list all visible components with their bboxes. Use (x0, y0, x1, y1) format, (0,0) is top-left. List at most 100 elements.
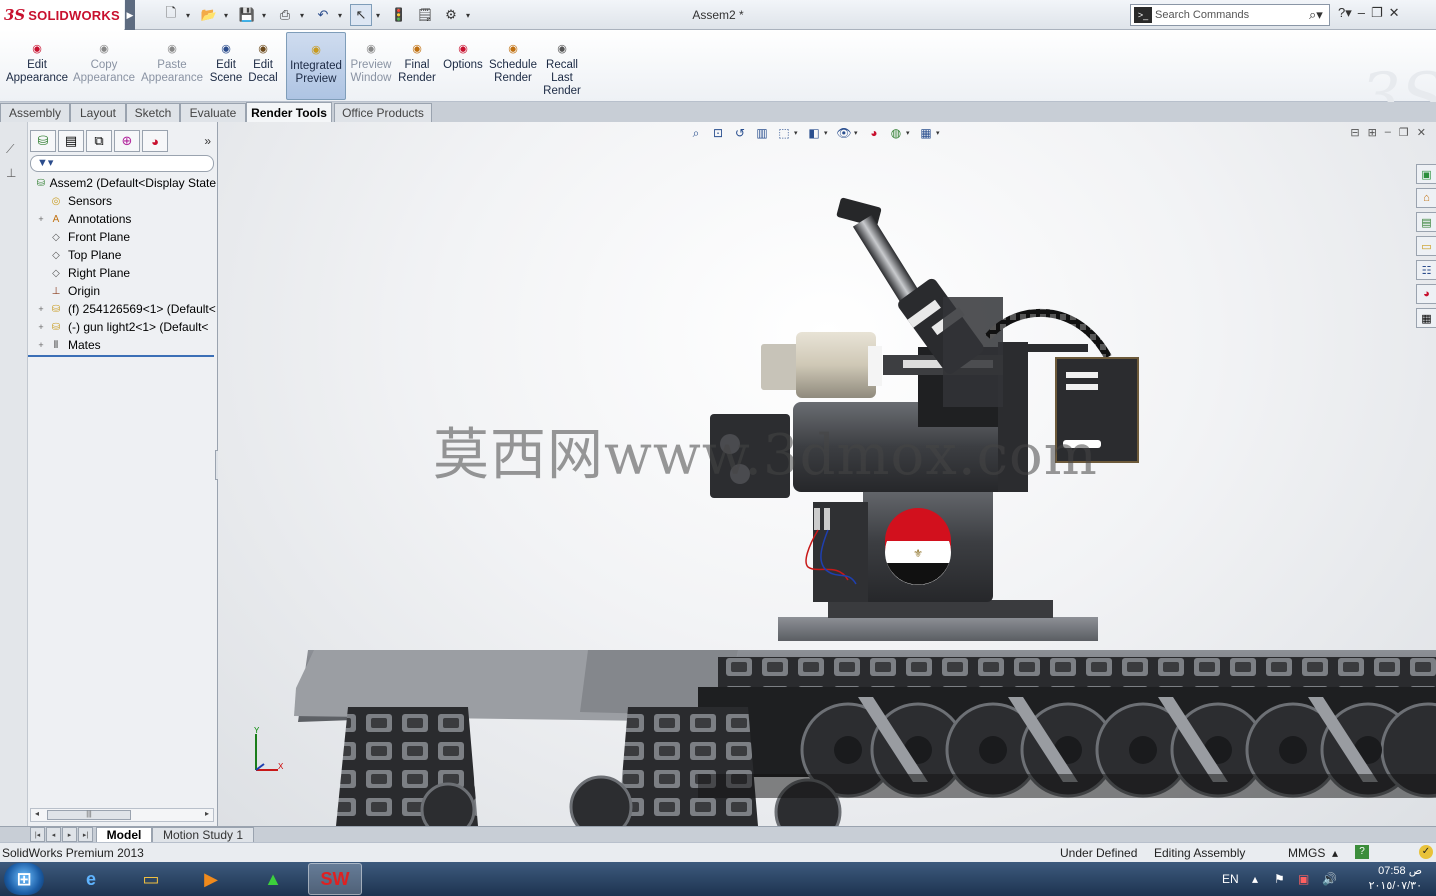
section-view-icon[interactable]: ▥ (754, 125, 770, 141)
dimxpertmanager-icon[interactable]: ⊕ (114, 130, 140, 152)
tree-horizontal-scrollbar[interactable]: ◂ ||| ▸ (30, 808, 214, 822)
options-icon[interactable]: ⚙ (440, 4, 462, 26)
design-library-icon[interactable]: ▤ (1416, 212, 1436, 232)
print-icon[interactable]: ⎙ (274, 4, 296, 26)
appearances-icon[interactable]: ◕ (1416, 284, 1436, 304)
solidworks-logo[interactable]: 3S SOLIDWORKS (0, 0, 124, 30)
prev-tab-icon[interactable]: ◂ (46, 827, 61, 842)
save-icon[interactable]: 💾 (236, 4, 258, 26)
show-hidden-icons[interactable]: ▴ (1252, 862, 1258, 896)
preview-window-button[interactable]: ◉ Preview Window (348, 32, 394, 100)
scroll-left-icon[interactable]: ◂ (31, 809, 43, 818)
last-tab-icon[interactable]: ▸| (78, 827, 93, 842)
help-icon[interactable]: ?▾ (1338, 5, 1352, 21)
recall-last-render-button[interactable]: ◉ Recall Last Render (542, 32, 582, 100)
close-icon[interactable]: ✕ (1389, 5, 1400, 21)
view-orientation-dropdown-icon[interactable]: ▾ (794, 129, 800, 137)
first-tab-icon[interactable]: |◂ (30, 827, 45, 842)
system-clock[interactable]: 07:58 ص ٢٠١٥/٠٧/٣٠ (1352, 864, 1422, 894)
language-indicator[interactable]: EN (1222, 862, 1239, 896)
unit-system[interactable]: MMGS (1288, 846, 1325, 860)
expand-icon[interactable]: + (36, 322, 46, 332)
rebuild-icon[interactable]: 🚦 (388, 4, 410, 26)
model-tab-model[interactable]: Model (96, 827, 152, 843)
tree-node[interactable]: + ⛁ (f) 254126569<1> (Default< (28, 300, 216, 318)
graphics-area[interactable]: ⚜ 莫西网www.3dmox.com ⌕ ⊡ ↺ ▥ ⬚ ▾ ◧ ▾ 👁 ▾ ◕… (218, 122, 1436, 826)
print-dropdown-icon[interactable]: ▾ (300, 11, 308, 20)
hide-show-dropdown-icon[interactable]: ▾ (854, 129, 860, 137)
featuremanager-tree-icon[interactable]: ⛁ (30, 130, 56, 152)
edit-decal-button[interactable]: ◉ Edit Decal (246, 32, 280, 100)
model-tab-motion-study-1[interactable]: Motion Study 1 (152, 827, 254, 843)
apply-scene-icon[interactable]: ◍ (888, 125, 904, 141)
save-dropdown-icon[interactable]: ▾ (262, 11, 270, 20)
tab-office-products[interactable]: Office Products (334, 103, 432, 122)
edit-scene-button[interactable]: ◉ Edit Scene (208, 32, 244, 100)
solidworks-icon[interactable]: SW (308, 863, 362, 895)
action-center-icon[interactable]: ⚑ (1274, 862, 1285, 896)
more-tabs-chevron-icon[interactable]: » (204, 134, 211, 148)
edit-appearance-button[interactable]: ◉ Edit Appearance (4, 32, 70, 100)
media-player-icon[interactable]: ▶ (184, 863, 238, 895)
hide-show-items-icon[interactable]: 👁 (836, 125, 852, 141)
options-dropdown-icon[interactable]: ▾ (466, 11, 474, 20)
new-dropdown-icon[interactable]: ▾ (186, 11, 194, 20)
solidworks-resources-icon[interactable]: ▣ (1416, 164, 1436, 184)
file-explorer-icon[interactable]: ▭ (1416, 236, 1436, 256)
tab-layout[interactable]: Layout (70, 103, 126, 122)
road-wheels[interactable] (420, 702, 1436, 826)
spotlight[interactable] (761, 332, 882, 398)
propertymanager-icon[interactable]: ▤ (58, 130, 84, 152)
display-style-dropdown-icon[interactable]: ▾ (824, 129, 830, 137)
expand-icon[interactable]: + (36, 304, 46, 314)
start-button[interactable]: ⊞ (4, 863, 44, 895)
schedule-render-button[interactable]: ◉ Schedule Render (488, 32, 538, 100)
tree-node[interactable]: ◎ Sensors (28, 192, 216, 210)
copy-appearance-button[interactable]: ◉ Copy Appearance (72, 32, 136, 100)
displaymanager-icon[interactable]: ◕ (142, 130, 168, 152)
view-palette-icon[interactable]: ☷ (1416, 260, 1436, 280)
expand-icon[interactable]: + (36, 340, 46, 350)
viewport-minimize-icon[interactable]: – (1385, 126, 1391, 139)
view-settings-dropdown-icon[interactable]: ▾ (936, 129, 942, 137)
apply-scene-dropdown-icon[interactable]: ▾ (906, 129, 912, 137)
final-render-button[interactable]: ◉ Final Render (396, 32, 438, 100)
restore-icon[interactable]: ❐ (1371, 5, 1383, 21)
viewport-close-icon[interactable]: ✕ (1417, 126, 1426, 139)
tree-node[interactable]: ⊥ Origin (28, 282, 216, 300)
tree-node[interactable]: ◇ Top Plane (28, 246, 216, 264)
expand-icon[interactable]: + (36, 214, 46, 224)
scroll-right-icon[interactable]: ▸ (201, 809, 213, 818)
zoom-to-area-icon[interactable]: ⊡ (710, 125, 726, 141)
select-icon[interactable]: ↖ (350, 4, 372, 26)
rebuild-status-icon[interactable]: ✓ (1419, 845, 1433, 859)
undo-dropdown-icon[interactable]: ▾ (338, 11, 346, 20)
search-commands-box[interactable]: >_ Search Commands ⌕▾ (1130, 4, 1330, 26)
view-orientation-icon[interactable]: ⬚ (776, 125, 792, 141)
sketch-tool-icon[interactable]: ⟋ (6, 142, 14, 157)
tab-evaluate[interactable]: Evaluate (180, 103, 246, 122)
tree-node[interactable]: + ⛁ (-) gun light2<1> (Default< (28, 318, 216, 336)
home-icon[interactable]: ⌂ (1416, 188, 1436, 208)
green-app-icon[interactable]: ▲ (246, 863, 300, 895)
tank-track-left[interactable] (336, 707, 758, 826)
new-icon[interactable]: 🗋 (160, 4, 182, 26)
volume-icon[interactable]: 🔊 (1322, 862, 1337, 896)
menu-flyout-arrow-icon[interactable]: ▶ (125, 0, 135, 30)
minimize-icon[interactable]: – (1358, 5, 1365, 21)
tree-node[interactable]: + ⫴ Mates (28, 336, 216, 354)
tab-sketch[interactable]: Sketch (126, 103, 180, 122)
viewport-restore-icon[interactable]: ❐ (1399, 126, 1409, 139)
view-settings-icon[interactable]: ▦ (918, 125, 934, 141)
dimension-tool-icon[interactable]: ⊥ (6, 166, 16, 180)
previous-view-icon[interactable]: ↺ (732, 125, 748, 141)
paste-appearance-button[interactable]: ◉ Paste Appearance (140, 32, 204, 100)
zoom-to-fit-icon[interactable]: ⌕ (688, 125, 704, 141)
explorer-icon[interactable]: ▭ (124, 863, 178, 895)
rollback-bar[interactable] (28, 355, 214, 357)
tree-node[interactable]: ◇ Front Plane (28, 228, 216, 246)
undo-icon[interactable]: ↶ (312, 4, 334, 26)
tree-filter[interactable]: ▼▾ (30, 155, 214, 172)
options-button[interactable]: ◉ Options (440, 32, 486, 100)
viewport-link-icon[interactable]: ⊞ (1368, 126, 1377, 139)
